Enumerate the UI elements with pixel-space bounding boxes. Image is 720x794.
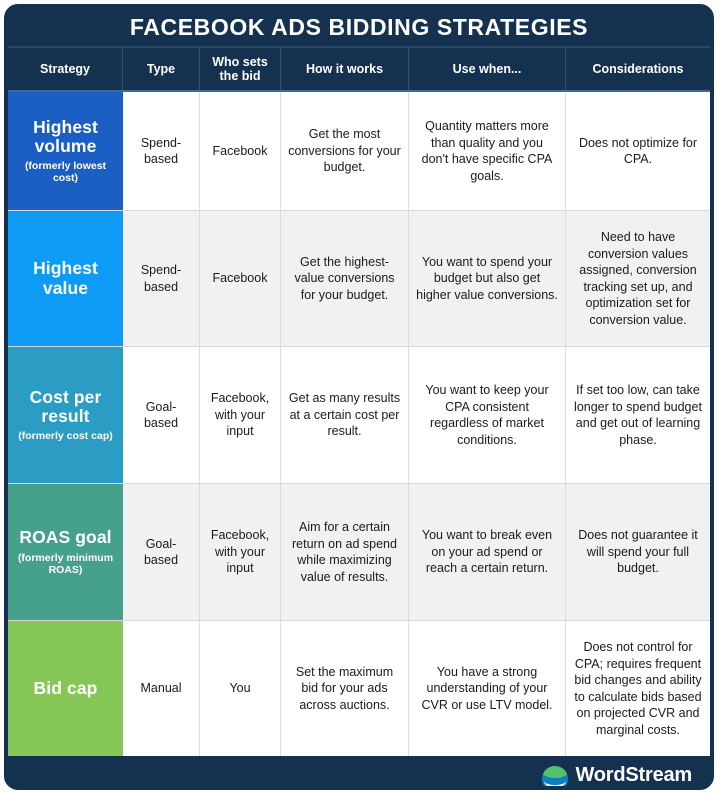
who-sets-bid-cell: Facebook: [200, 92, 281, 210]
type-cell: Goal-based: [123, 484, 200, 620]
how-it-works-cell: Get the most conversions for your budget…: [281, 92, 409, 210]
strategy-subtitle: (formerly minimum ROAS): [17, 551, 114, 576]
who-sets-bid-cell: Facebook, with your input: [200, 347, 281, 483]
use-when-cell: You have a strong understanding of your …: [409, 621, 566, 756]
strategy-cell: Highest value: [8, 211, 123, 346]
infographic-page: FACEBOOK ADS BIDDING STRATEGIES Strategy…: [0, 0, 720, 794]
strategy-subtitle: (formerly lowest cost): [24, 160, 107, 185]
considerations-cell: Does not guarantee it will spend your fu…: [566, 484, 710, 620]
title-bar: FACEBOOK ADS BIDDING STRATEGIES: [8, 8, 710, 46]
use-when-cell: Quantity matters more than quality and y…: [409, 92, 566, 210]
how-it-works-cell: Get as many results at a certain cost pe…: [281, 347, 409, 483]
table-header-row: Strategy Type Who sets the bid How it wor…: [8, 48, 710, 92]
table-row: ROAS goal (formerly minimum ROAS) Goal-b…: [8, 484, 710, 621]
table-row: Highest value Spend-based Facebook Get t…: [8, 211, 710, 347]
column-header-considerations: Considerations: [592, 62, 684, 76]
column-header-strategy: Strategy: [8, 48, 123, 90]
considerations-cell: Need to have conversion values assigned,…: [566, 211, 710, 346]
type-cell: Manual: [123, 621, 200, 756]
use-when-cell: You want to spend your budget but also g…: [409, 211, 566, 346]
footer-bar: WordStream by LOCALiQ: [8, 756, 710, 790]
logo-byline: by LOCALiQ: [647, 786, 692, 790]
who-sets-bid-cell: Facebook: [200, 211, 281, 346]
who-sets-bid-cell: Facebook, with your input: [200, 484, 281, 620]
table-row: Cost per result (formerly cost cap) Goal…: [8, 347, 710, 484]
wordstream-wave-icon: [542, 766, 569, 786]
table-row: Bid cap Manual You Set the maximum bid f…: [8, 621, 710, 756]
considerations-cell: Does not control for CPA; requires frequ…: [566, 621, 710, 756]
type-cell: Goal-based: [123, 347, 200, 483]
type-cell: Spend-based: [123, 92, 200, 210]
strategy-subtitle: (formerly cost cap): [18, 430, 113, 443]
considerations-cell: If set too low, can take longer to spend…: [566, 347, 710, 483]
strategy-cell: Highest volume (formerly lowest cost): [8, 92, 123, 210]
column-header-use-when: Use when...: [409, 48, 566, 90]
strategy-name: Cost per result: [29, 386, 102, 426]
wordstream-logo[interactable]: WordStream by LOCALiQ: [542, 763, 692, 790]
how-it-works-cell: Get the highest-value conversions for yo…: [281, 211, 409, 346]
how-it-works-cell: Aim for a certain return on ad spend whi…: [281, 484, 409, 620]
who-sets-bid-cell: You: [200, 621, 281, 756]
how-it-works-cell: Set the maximum bid for your ads across …: [281, 621, 409, 756]
strategy-name: Highest value: [33, 258, 98, 298]
logo-text-block: WordStream by LOCALiQ: [575, 763, 692, 790]
column-header-type: Type: [123, 48, 200, 90]
strategy-name: ROAS goal: [19, 527, 112, 548]
column-header-who-sets-the-bid: Who sets the bid: [200, 48, 281, 90]
table-body: Highest volume (formerly lowest cost) Sp…: [8, 92, 710, 756]
strategy-cell: Cost per result (formerly cost cap): [8, 347, 123, 483]
strategy-name: Bid cap: [33, 677, 98, 698]
use-when-cell: You want to keep your CPA consistent reg…: [409, 347, 566, 483]
column-header-how-it-works: How it works: [281, 48, 409, 90]
use-when-cell: You want to break even on your ad spend …: [409, 484, 566, 620]
logo-name: WordStream: [575, 763, 692, 786]
page-title: FACEBOOK ADS BIDDING STRATEGIES: [129, 13, 589, 40]
table-row: Highest volume (formerly lowest cost) Sp…: [8, 92, 710, 211]
strategy-cell: ROAS goal (formerly minimum ROAS): [8, 484, 123, 620]
infographic-card: FACEBOOK ADS BIDDING STRATEGIES Strategy…: [4, 4, 714, 790]
strategy-name: Highest volume: [33, 116, 98, 156]
strategy-cell: Bid cap: [8, 621, 123, 756]
type-cell: Spend-based: [123, 211, 200, 346]
considerations-cell: Does not optimize for CPA.: [566, 92, 710, 210]
